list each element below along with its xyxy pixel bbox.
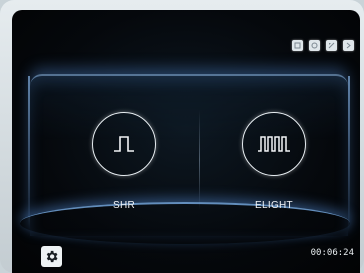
top-button-3-icon [328, 42, 335, 49]
settings-button[interactable] [41, 246, 62, 267]
top-button-3[interactable] [326, 40, 337, 51]
top-button-1[interactable] [292, 40, 303, 51]
top-button-2[interactable] [309, 40, 320, 51]
top-toolbar [292, 40, 354, 51]
screen: SHR ELIGHT 00:06:24 [12, 10, 360, 273]
mode-elight-button[interactable]: ELIGHT [234, 112, 314, 211]
top-button-4[interactable] [343, 40, 354, 51]
top-button-2-icon [311, 42, 318, 49]
gear-icon [46, 250, 58, 263]
session-timer: 00:06:24 [310, 248, 354, 258]
mode-elight-label: ELIGHT [255, 200, 293, 211]
mode-shr-label: SHR [112, 200, 135, 211]
mode-elight-circle [242, 112, 306, 176]
multi-pulse-icon [258, 136, 290, 152]
mode-divider [199, 110, 200, 210]
mode-shr-button[interactable]: SHR [84, 112, 164, 211]
device-frame: SHR ELIGHT 00:06:24 [0, 0, 364, 273]
top-button-1-icon [294, 42, 301, 49]
single-pulse-icon [114, 136, 134, 152]
mode-shr-circle [92, 112, 156, 176]
top-button-4-icon [346, 42, 351, 49]
